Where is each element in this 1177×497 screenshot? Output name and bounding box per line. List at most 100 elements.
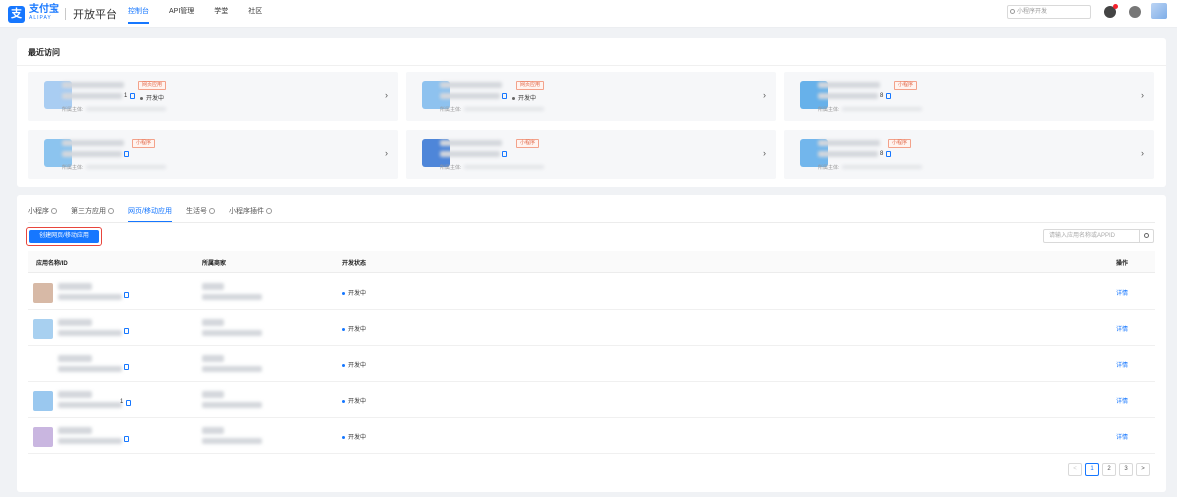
nav-item-0[interactable]: 控制台	[128, 0, 149, 28]
nav-item-1[interactable]: API管理	[169, 0, 194, 28]
copy-icon[interactable]	[130, 93, 135, 99]
notification-badge	[1113, 4, 1118, 9]
recent-app-card[interactable]: 小程序 8 所属主体: ›	[784, 130, 1154, 179]
redacted-text	[842, 165, 922, 169]
chevron-right-icon: ›	[385, 90, 388, 100]
alipay-logo[interactable]: 支 支付宝 ALIPAY 开放平台	[8, 5, 117, 23]
app-logo	[33, 355, 53, 375]
table-row: 开发中 详情	[28, 346, 1155, 382]
copy-icon[interactable]	[502, 93, 507, 99]
recent-app-card[interactable]: 小程序 所属主体: ›	[28, 130, 398, 179]
tab-0[interactable]: 小程序	[28, 206, 57, 222]
header-search-input[interactable]: 小程序开发	[1007, 5, 1091, 19]
table-row: 开发中 详情	[28, 418, 1155, 454]
brand-name: 支付宝	[29, 4, 59, 15]
app-type-tag: 小程序	[516, 139, 540, 148]
redacted-text	[58, 330, 122, 336]
details-link[interactable]: 详情	[1116, 396, 1128, 405]
redacted-text	[86, 107, 166, 111]
app-status: 开发中	[342, 396, 366, 405]
app-type-tag: 网页应用	[516, 81, 545, 90]
app-logo	[33, 283, 53, 303]
app-type-tag: 小程序	[894, 81, 918, 90]
redacted-text	[202, 330, 262, 336]
table-row: 开发中 详情	[28, 274, 1155, 310]
owner-label: 所属主体:	[440, 165, 462, 171]
redacted-text	[202, 294, 262, 300]
help-icon[interactable]	[1129, 6, 1141, 18]
notification-icon[interactable]	[1104, 4, 1118, 18]
pagination-page-1[interactable]: 1	[1085, 463, 1099, 476]
app-list-panel: 小程序 第三方应用 网页/移动应用 生活号 小程序插件 创建网页/移动应用 请输入应用名…	[17, 195, 1166, 492]
pagination-page-3[interactable]: 3	[1119, 463, 1133, 476]
chevron-right-icon: ›	[1141, 148, 1144, 158]
app-logo	[33, 427, 53, 447]
user-avatar[interactable]	[1151, 3, 1167, 19]
redacted-text	[464, 165, 544, 169]
redacted-text	[58, 355, 92, 362]
tab-3[interactable]: 生活号	[186, 206, 215, 222]
top-navigation-bar: 支 支付宝 ALIPAY 开放平台 控制台 API管理 学堂 社区 小程序开发	[0, 0, 1177, 28]
redacted-text	[58, 402, 122, 408]
recent-app-card[interactable]: 网页应用 1 开发中 所属主体: ›	[28, 72, 398, 121]
copy-icon[interactable]	[502, 151, 507, 157]
create-web-mobile-app-button[interactable]: 创建网页/移动应用	[29, 230, 99, 243]
chevron-right-icon: ›	[385, 148, 388, 158]
owner-label: 所属主体:	[440, 107, 462, 113]
app-logo	[33, 391, 53, 411]
nav-item-2[interactable]: 学堂	[214, 0, 228, 28]
app-status: 开发中	[342, 432, 366, 441]
status-dot-icon	[140, 96, 143, 100]
pagination-next-button[interactable]: >	[1136, 463, 1150, 476]
redacted-text	[62, 140, 124, 146]
copy-icon[interactable]	[886, 151, 891, 157]
tab-2[interactable]: 网页/移动应用	[128, 206, 172, 223]
platform-title: 开放平台	[73, 9, 117, 21]
redacted-text	[58, 319, 92, 326]
app-type-tag: 网页应用	[138, 81, 167, 90]
copy-icon[interactable]	[124, 328, 129, 334]
nav-item-3[interactable]: 社区	[248, 0, 262, 28]
copy-icon[interactable]	[124, 292, 129, 298]
tab-4[interactable]: 小程序插件	[229, 206, 272, 222]
app-id-suffix: 8	[880, 151, 884, 157]
details-link[interactable]: 详情	[1116, 360, 1128, 369]
app-id-suffix: 8	[880, 93, 884, 99]
main-nav: 控制台 API管理 学堂 社区	[128, 0, 282, 28]
copy-icon[interactable]	[124, 364, 129, 370]
details-link[interactable]: 详情	[1116, 324, 1128, 333]
redacted-text	[202, 438, 262, 444]
app-status: 开发中	[342, 324, 366, 333]
column-header-app-name: 应用名称/ID	[36, 261, 68, 267]
copy-icon[interactable]	[124, 436, 129, 442]
redacted-text	[202, 402, 262, 408]
details-link[interactable]: 详情	[1116, 432, 1128, 441]
search-icon	[1144, 233, 1149, 238]
status-dot-icon	[342, 291, 345, 295]
redacted-text	[202, 355, 224, 362]
alipay-mark-icon: 支	[8, 5, 25, 23]
recent-app-card[interactable]: 网页应用 开发中 所属主体: ›	[406, 72, 776, 121]
details-link[interactable]: 详情	[1116, 288, 1128, 297]
redacted-text	[202, 319, 224, 326]
recent-app-card[interactable]: 小程序 所属主体: ›	[406, 130, 776, 179]
redacted-text	[818, 140, 880, 146]
app-search-button[interactable]	[1139, 229, 1154, 243]
pagination-prev-button[interactable]: <	[1068, 463, 1082, 476]
redacted-text	[58, 283, 92, 290]
app-search-input[interactable]: 请输入应用名称或APPID	[1043, 229, 1140, 243]
recent-app-card[interactable]: 小程序 8 所属主体: ›	[784, 72, 1154, 121]
redacted-text	[86, 165, 166, 169]
copy-icon[interactable]	[124, 151, 129, 157]
redacted-text	[440, 151, 500, 157]
info-icon	[265, 208, 272, 214]
app-id-suffix: 1	[120, 399, 124, 405]
redacted-text	[58, 366, 122, 372]
tab-1[interactable]: 第三方应用	[71, 206, 114, 222]
redacted-text	[842, 107, 922, 111]
copy-icon[interactable]	[886, 93, 891, 99]
redacted-text	[62, 93, 122, 99]
copy-icon[interactable]	[126, 400, 131, 406]
divider	[17, 65, 1166, 66]
pagination-page-2[interactable]: 2	[1102, 463, 1116, 476]
